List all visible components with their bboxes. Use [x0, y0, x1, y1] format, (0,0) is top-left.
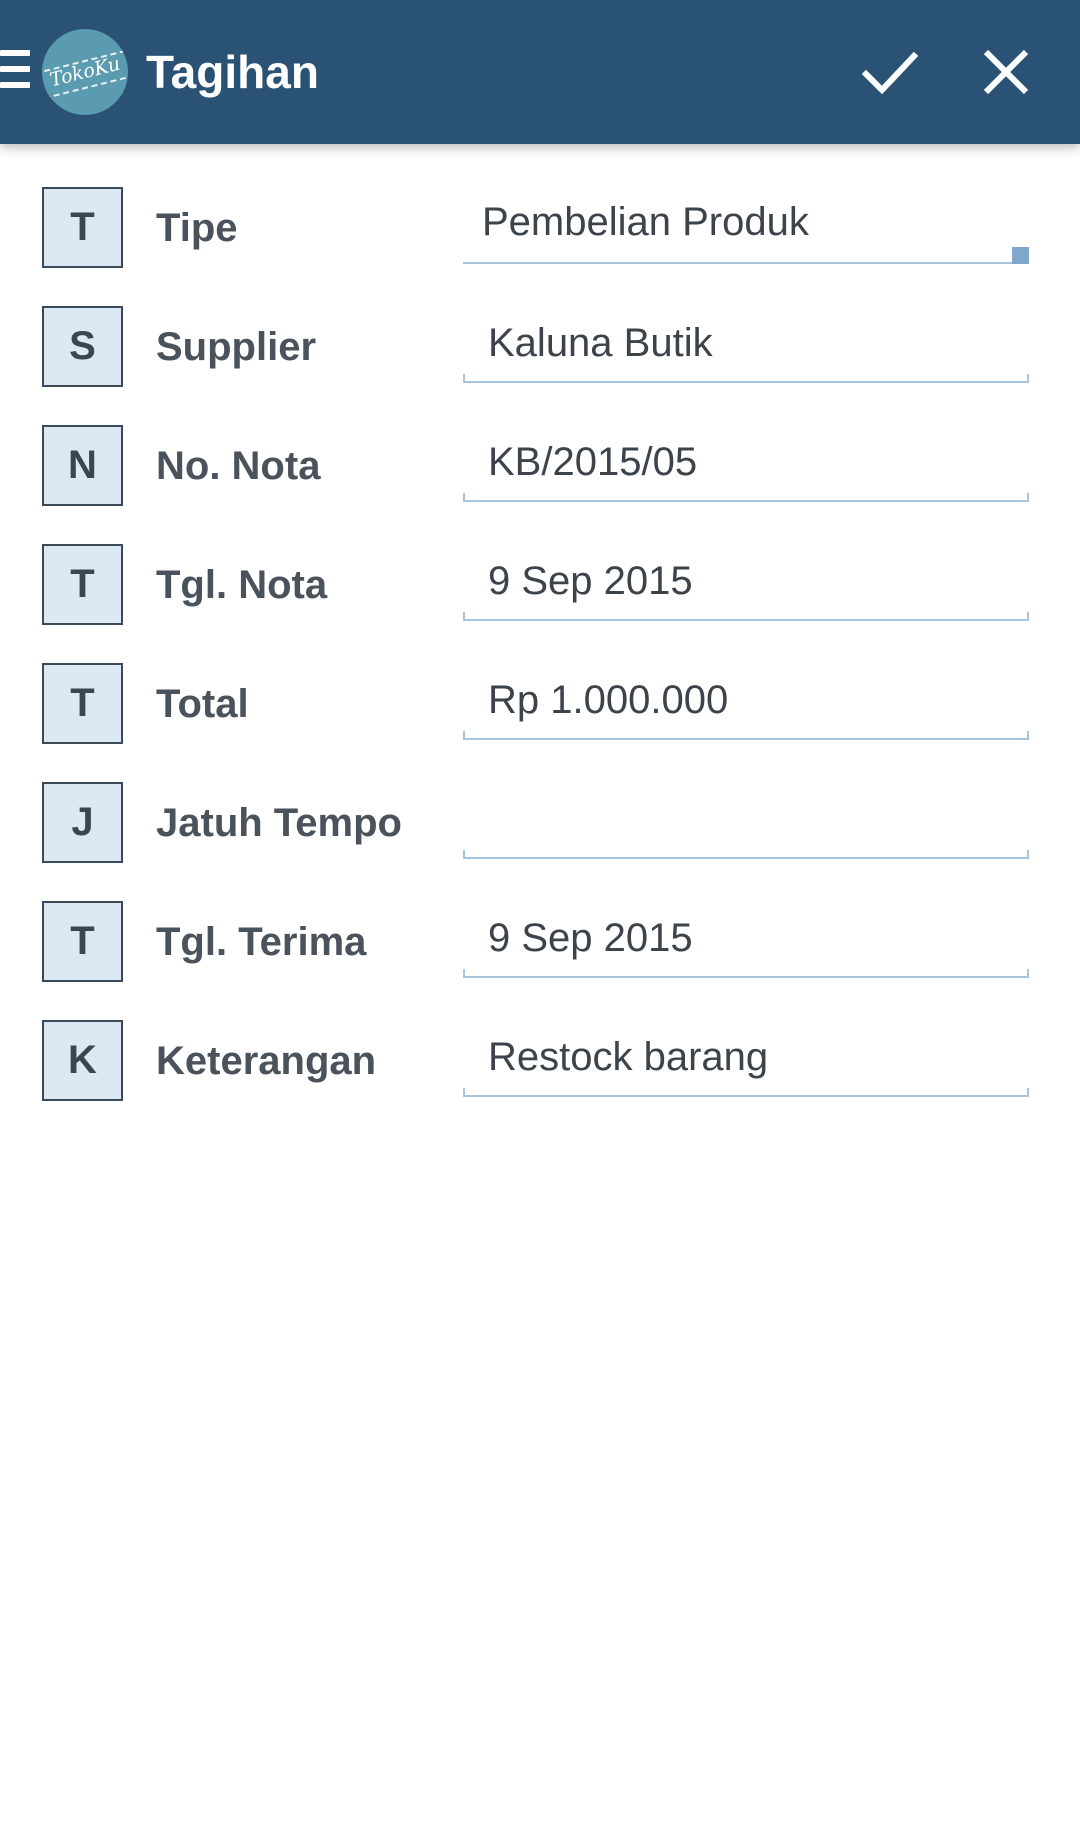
field-badge: T — [42, 187, 123, 268]
form-row-supplier: S Supplier Kaluna Butik — [0, 263, 1080, 387]
field-label-tgl-terima: Tgl. Terima — [156, 920, 367, 964]
field-label-no-nota: No. Nota — [156, 444, 321, 488]
field-badge: T — [42, 663, 123, 744]
field-label-supplier: Supplier — [156, 325, 317, 369]
jatuh-tempo-field[interactable] — [463, 789, 1029, 861]
tgl-terima-value: 9 Sep 2015 — [488, 916, 693, 960]
field-label-tgl-nota: Tgl. Nota — [156, 563, 328, 607]
hamburger-menu-icon[interactable] — [0, 50, 32, 94]
tgl-nota-value: 9 Sep 2015 — [488, 559, 693, 603]
close-button[interactable] — [976, 42, 1036, 102]
field-underline — [463, 1088, 1029, 1097]
field-label-total: Total — [156, 682, 249, 726]
field-badge: T — [42, 901, 123, 982]
supplier-field[interactable]: Kaluna Butik — [463, 313, 1029, 385]
form-row-total: T Total Rp 1.000.000 — [0, 620, 1080, 744]
page-title: Tagihan — [146, 46, 319, 98]
close-icon — [983, 49, 1029, 95]
form-row-no-nota: N No. Nota KB/2015/05 — [0, 382, 1080, 506]
keterangan-field[interactable]: Restock barang — [463, 1027, 1029, 1099]
field-badge: K — [42, 1020, 123, 1101]
app-logo[interactable]: TokoKu — [42, 29, 128, 115]
form-row-tgl-nota: T Tgl. Nota 9 Sep 2015 — [0, 501, 1080, 625]
no-nota-value: KB/2015/05 — [488, 440, 698, 484]
dropdown-indicator-icon — [1012, 247, 1029, 264]
total-field[interactable]: Rp 1.000.000 — [463, 670, 1029, 742]
field-badge: T — [42, 544, 123, 625]
form-row-tgl-terima: T Tgl. Terima 9 Sep 2015 — [0, 858, 1080, 982]
field-label-tipe: Tipe — [156, 206, 238, 250]
tgl-nota-field[interactable]: 9 Sep 2015 — [463, 551, 1029, 623]
logo-text: TokoKu — [47, 52, 123, 92]
form-row-tipe: T Tipe Pembelian Produk — [0, 144, 1080, 268]
tipe-value: Pembelian Produk — [482, 200, 809, 244]
field-badge: S — [42, 306, 123, 387]
tgl-terima-field[interactable]: 9 Sep 2015 — [463, 908, 1029, 980]
field-label-keterangan: Keterangan — [156, 1039, 377, 1083]
app-toolbar: TokoKu Tagihan — [0, 0, 1080, 144]
total-value: Rp 1.000.000 — [488, 678, 729, 722]
no-nota-field[interactable]: KB/2015/05 — [463, 432, 1029, 504]
app-screen: TokoKu Tagihan T Tipe Pembelian Produk S… — [0, 0, 1080, 1845]
check-icon — [861, 51, 919, 95]
form-row-jatuh-tempo: J Jatuh Tempo — [0, 739, 1080, 863]
field-label-jatuh-tempo: Jatuh Tempo — [156, 801, 402, 845]
keterangan-value: Restock barang — [488, 1035, 769, 1079]
field-badge: N — [42, 425, 123, 506]
form-row-keterangan: K Keterangan Restock barang — [0, 977, 1080, 1101]
tipe-select[interactable]: Pembelian Produk — [463, 194, 1029, 266]
save-button[interactable] — [860, 42, 920, 102]
supplier-value: Kaluna Butik — [488, 321, 713, 365]
field-badge: J — [42, 782, 123, 863]
